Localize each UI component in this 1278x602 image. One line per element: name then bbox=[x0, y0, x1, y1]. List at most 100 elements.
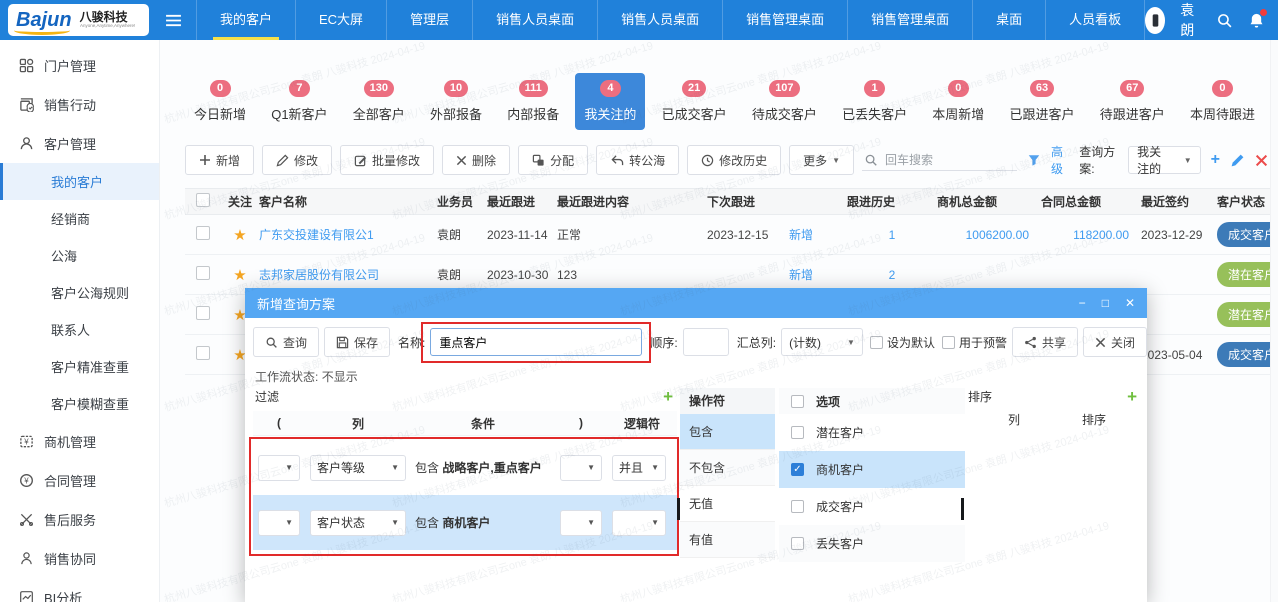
sidebar-item-customer-mgmt[interactable]: 客户管理 bbox=[0, 124, 159, 163]
sidebar-item-fuzzy-dedup[interactable]: 客户模糊查重 bbox=[0, 385, 159, 422]
history-count-link[interactable]: 1 bbox=[847, 228, 937, 242]
stat-internal-filing[interactable]: 111内部报备 bbox=[498, 73, 568, 130]
sidebar-item-portal[interactable]: 门户管理 bbox=[0, 46, 159, 85]
tab-ec-screen[interactable]: EC大屏 bbox=[295, 0, 386, 40]
tab-staff-board[interactable]: 人员看板 bbox=[1045, 0, 1145, 40]
batch-edit-button[interactable]: 批量修改 bbox=[340, 145, 434, 175]
stat-my-followed[interactable]: 4我关注的 bbox=[575, 73, 645, 130]
edit-button[interactable]: 修改 bbox=[262, 145, 332, 175]
resize-handle[interactable] bbox=[677, 498, 680, 520]
contract-amount-link[interactable]: 118200.00 bbox=[1041, 228, 1141, 242]
save-button[interactable]: 保存 bbox=[324, 327, 390, 357]
row-checkbox[interactable] bbox=[196, 306, 210, 320]
tab-management[interactable]: 管理层 bbox=[386, 0, 472, 40]
sidebar-item-public-sea[interactable]: 公海 bbox=[0, 237, 159, 274]
notification-bell-icon[interactable] bbox=[1248, 12, 1265, 29]
stat-closed-customers[interactable]: 21已成交客户 bbox=[653, 73, 736, 130]
stat-week-new[interactable]: 0本周新增 bbox=[923, 73, 993, 130]
sidebar-item-public-sea-rules[interactable]: 客户公海规则 bbox=[0, 274, 159, 311]
search-box[interactable] bbox=[862, 150, 1017, 171]
sidebar-item-my-customers[interactable]: 我的客户 bbox=[0, 163, 159, 200]
star-icon[interactable]: ★ bbox=[221, 226, 259, 244]
delete-button[interactable]: 删除 bbox=[442, 145, 510, 175]
column-select[interactable]: 客户状态▼ bbox=[310, 510, 406, 536]
minimize-icon[interactable]: − bbox=[1079, 296, 1086, 310]
customer-name-link[interactable]: 广东交投建设有限公1 bbox=[259, 226, 437, 243]
tab-desktop[interactable]: 桌面 bbox=[972, 0, 1045, 40]
user-avatar[interactable] bbox=[1145, 7, 1165, 34]
assign-button[interactable]: 分配 bbox=[518, 145, 588, 175]
operator-contains[interactable]: 包含 bbox=[680, 414, 775, 450]
close-paren-select[interactable]: ▼ bbox=[560, 510, 602, 536]
stat-week-to-follow[interactable]: 0本周待跟进 bbox=[1181, 73, 1264, 130]
option-lost[interactable]: 丢失客户 bbox=[779, 525, 965, 562]
option-potential[interactable]: 潜在客户 bbox=[779, 414, 965, 451]
sidebar-item-distributors[interactable]: 经销商 bbox=[0, 200, 159, 237]
add-filter-icon[interactable]: + bbox=[663, 388, 673, 405]
add-followup-link[interactable]: 新增 bbox=[789, 226, 813, 243]
add-plan-icon[interactable]: + bbox=[1211, 152, 1220, 168]
star-icon[interactable]: ★ bbox=[221, 266, 259, 284]
close-button[interactable]: 关闭 bbox=[1083, 327, 1147, 357]
set-default-checkbox[interactable]: 设为默认 bbox=[870, 334, 935, 351]
filter-row[interactable]: ▼ 客户状态▼ 包含 商机客户 ▼ ▼ 删除 bbox=[253, 495, 677, 550]
tab-sales-desktop-1[interactable]: 销售人员桌面 bbox=[472, 0, 597, 40]
stat-q1-new[interactable]: 7Q1新客户 bbox=[262, 73, 336, 130]
filter-row[interactable]: ▼ 客户等级▼ 包含 战略客户,重点客户 ▼ 并且▼ 删除 bbox=[253, 440, 677, 495]
search-icon[interactable] bbox=[1216, 12, 1233, 29]
row-checkbox[interactable] bbox=[196, 226, 210, 240]
close-icon[interactable]: ✕ bbox=[1125, 296, 1135, 310]
delete-plan-icon[interactable] bbox=[1255, 154, 1268, 167]
stat-all-customers[interactable]: 130全部客户 bbox=[344, 73, 414, 130]
filter-funnel-icon[interactable] bbox=[1027, 153, 1041, 167]
stat-pending-deal[interactable]: 107待成交客户 bbox=[743, 73, 826, 130]
customer-name-link[interactable]: 志邦家居股份有限公司 bbox=[259, 266, 437, 283]
maximize-icon[interactable]: □ bbox=[1102, 296, 1109, 310]
query-button[interactable]: 查询 bbox=[253, 327, 319, 357]
opp-amount-link[interactable]: 1006200.00 bbox=[937, 228, 1041, 242]
option-opportunity[interactable]: 商机客户 bbox=[779, 451, 965, 488]
user-name[interactable]: 袁朗 bbox=[1180, 0, 1201, 40]
search-input[interactable] bbox=[885, 153, 1015, 167]
tab-my-customers[interactable]: 我的客户 bbox=[196, 0, 295, 40]
open-paren-select[interactable]: ▼ bbox=[258, 510, 300, 536]
sidebar-item-contacts[interactable]: 联系人 bbox=[0, 311, 159, 348]
history-count-link[interactable]: 2 bbox=[847, 268, 937, 282]
close-paren-select[interactable]: ▼ bbox=[560, 455, 602, 481]
row-checkbox[interactable] bbox=[196, 266, 210, 280]
operator-has-value[interactable]: 有值 bbox=[680, 522, 775, 558]
condition-text[interactable]: 包含 商机客户 bbox=[411, 514, 555, 532]
summary-col-select[interactable]: (计数)▼ bbox=[781, 328, 863, 356]
tab-sales-mgmt-desktop-1[interactable]: 销售管理桌面 bbox=[722, 0, 847, 40]
resize-handle[interactable] bbox=[961, 498, 964, 520]
column-select[interactable]: 客户等级▼ bbox=[310, 455, 406, 481]
select-all-checkbox[interactable] bbox=[196, 193, 210, 207]
tab-sales-desktop-2[interactable]: 销售人员桌面 bbox=[597, 0, 722, 40]
row-checkbox[interactable] bbox=[196, 346, 210, 360]
plan-name-input[interactable] bbox=[430, 328, 642, 356]
add-button[interactable]: 新增 bbox=[185, 145, 254, 175]
share-button[interactable]: 共享 bbox=[1012, 327, 1078, 357]
add-sort-icon[interactable]: + bbox=[1127, 388, 1137, 405]
sidebar-item-contract[interactable]: ¥ 合同管理 bbox=[0, 461, 159, 500]
sidebar-item-exact-dedup[interactable]: 客户精准查重 bbox=[0, 348, 159, 385]
open-paren-select[interactable]: ▼ bbox=[258, 455, 300, 481]
advanced-link[interactable]: 高级 bbox=[1051, 143, 1069, 177]
stat-followed-up[interactable]: 63已跟进客户 bbox=[1001, 73, 1084, 130]
stat-lost-customers[interactable]: 1已丢失客户 bbox=[833, 73, 916, 130]
order-input[interactable] bbox=[683, 328, 729, 356]
sidebar-item-opportunity[interactable]: ¥ 商机管理 bbox=[0, 422, 159, 461]
sidebar-item-sales-action[interactable]: 销售行动 bbox=[0, 85, 159, 124]
edit-history-button[interactable]: 修改历史 bbox=[687, 145, 781, 175]
for-alert-checkbox[interactable]: 用于预警 bbox=[942, 334, 1007, 351]
add-followup-link[interactable]: 新增 bbox=[789, 266, 813, 283]
tab-sales-mgmt-desktop-2[interactable]: 销售管理桌面 bbox=[847, 0, 972, 40]
operator-not-contains[interactable]: 不包含 bbox=[680, 450, 775, 486]
sidebar-item-bi[interactable]: BI分析 bbox=[0, 578, 159, 602]
logic-select[interactable]: 并且▼ bbox=[612, 455, 666, 481]
select-all-options-checkbox[interactable] bbox=[791, 395, 804, 408]
more-button[interactable]: 更多▼ bbox=[789, 145, 854, 175]
plan-select[interactable]: 我关注的▼ bbox=[1128, 146, 1201, 174]
sidebar-item-aftersales[interactable]: 售后服务 bbox=[0, 500, 159, 539]
stat-to-follow[interactable]: 67待跟进客户 bbox=[1091, 73, 1174, 130]
